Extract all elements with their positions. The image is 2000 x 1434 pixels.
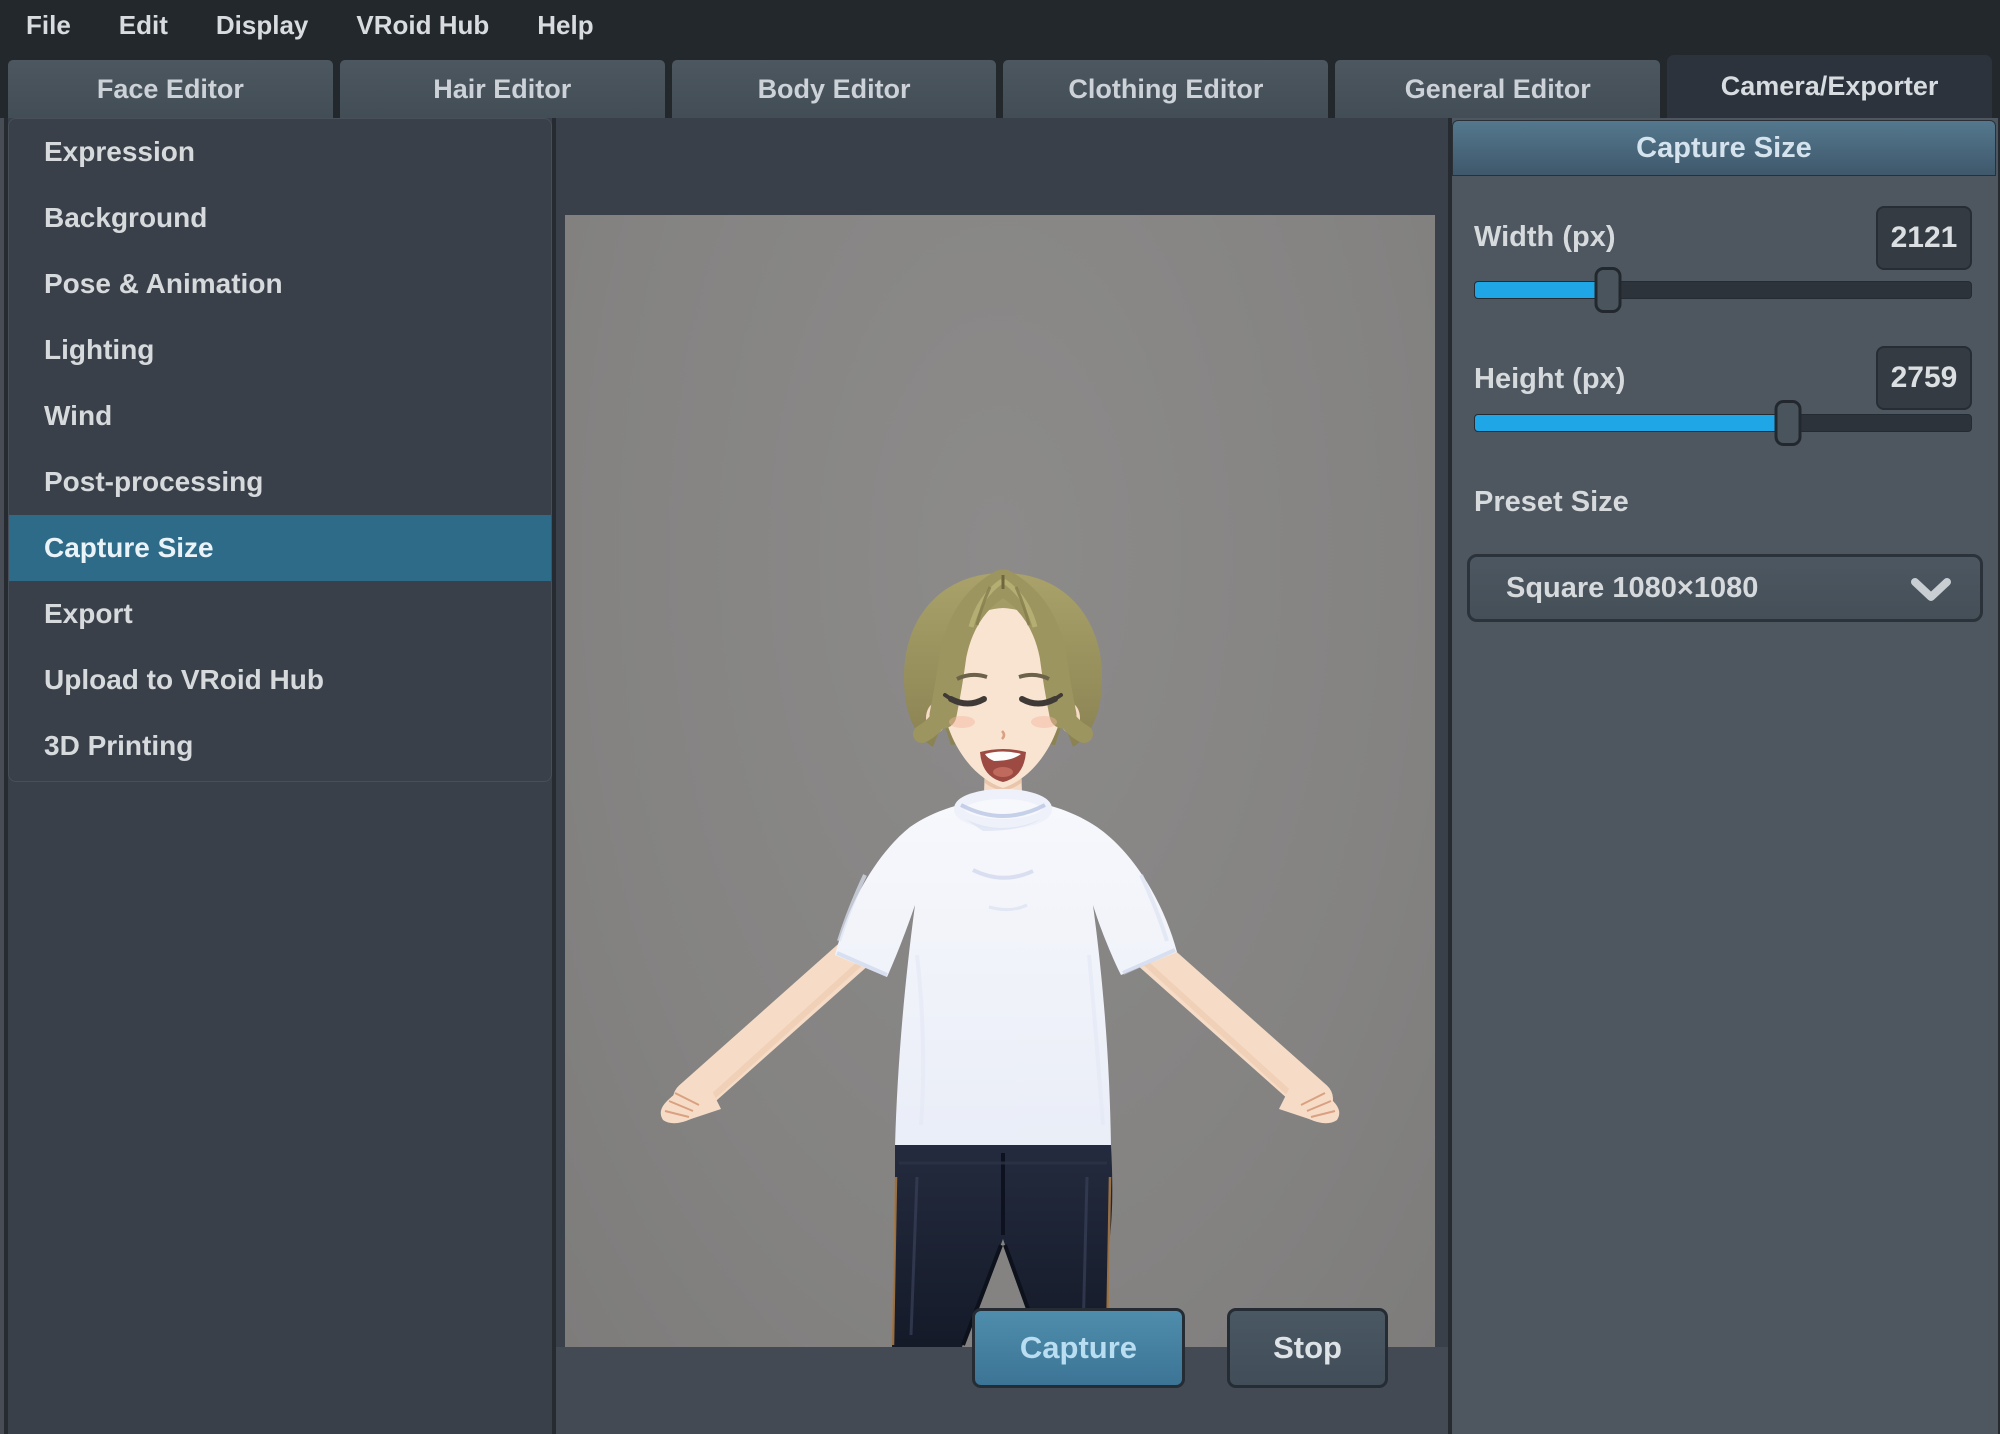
width-label: Width (px) [1474,221,1615,254]
tab-general-editor[interactable]: General Editor [1335,60,1660,118]
tab-face-editor[interactable]: Face Editor [8,60,333,118]
sidebar-item-wind[interactable]: Wind [9,383,551,449]
sidebar-item-post-processing[interactable]: Post-processing [9,449,551,515]
sidebar: Expression Background Pose & Animation L… [8,118,552,1434]
sidebar-item-lighting[interactable]: Lighting [9,317,551,383]
height-slider-fill [1475,415,1789,431]
sidebar-item-upload-vroid-hub[interactable]: Upload to VRoid Hub [9,647,551,713]
menu-help[interactable]: Help [513,0,617,50]
sidebar-item-3d-printing[interactable]: 3D Printing [9,713,551,779]
tab-body-editor[interactable]: Body Editor [672,60,997,118]
viewport-panel: Capture Stop [556,118,1448,1434]
avatar-head [904,573,1102,788]
width-slider-handle[interactable] [1595,267,1622,313]
sidebar-list: Expression Background Pose & Animation L… [8,118,552,782]
avatar-image [565,215,1435,1347]
capture-button[interactable]: Capture [972,1308,1185,1388]
preset-size-label: Preset Size [1474,486,1629,519]
left-scroll-strip[interactable] [0,118,4,1434]
editor-tab-bar: Face Editor Hair Editor Body Editor Clot… [0,50,2000,118]
width-slider[interactable] [1474,267,1972,313]
vroid-studio-window: { "menu_bar": { "items": [ { "label": "F… [0,0,2000,1434]
sidebar-item-background[interactable]: Background [9,185,551,251]
capture-size-panel: Capture Size Width (px) 2121 Height (px)… [1452,118,1998,1434]
panel-title: Capture Size [1452,120,1996,176]
height-slider-handle[interactable] [1774,400,1801,446]
sidebar-item-export[interactable]: Export [9,581,551,647]
menu-display[interactable]: Display [192,0,333,50]
tab-hair-editor[interactable]: Hair Editor [340,60,665,118]
sidebar-item-expression[interactable]: Expression [9,119,551,185]
stop-button[interactable]: Stop [1227,1308,1388,1388]
viewport-canvas[interactable] [565,215,1435,1347]
menu-vroid-hub[interactable]: VRoid Hub [332,0,513,50]
preset-size-dropdown[interactable]: Square 1080×1080 [1467,554,1983,622]
menu-edit[interactable]: Edit [95,0,192,50]
height-label: Height (px) [1474,363,1625,396]
sidebar-item-pose-animation[interactable]: Pose & Animation [9,251,551,317]
sidebar-item-capture-size[interactable]: Capture Size [9,515,551,581]
preset-size-value: Square 1080×1080 [1506,572,1758,605]
avatar-shirt [835,794,1177,1159]
chevron-down-icon [1910,577,1952,603]
menu-file[interactable]: File [2,0,95,50]
width-slider-fill [1475,282,1609,298]
tab-camera-exporter[interactable]: Camera/Exporter [1667,55,1992,118]
menu-bar: File Edit Display VRoid Hub Help [0,0,2000,50]
height-slider[interactable] [1474,400,1972,446]
width-value-field[interactable]: 2121 [1876,206,1972,270]
tab-clothing-editor[interactable]: Clothing Editor [1003,60,1328,118]
